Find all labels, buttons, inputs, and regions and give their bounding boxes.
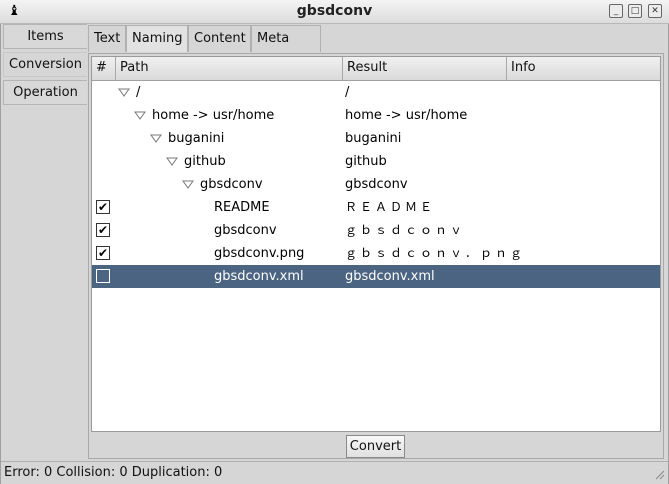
row-result: buganini (345, 131, 402, 146)
title-bar: ♝ gbsdconv _ □ ✕ (0, 0, 669, 24)
table-row[interactable]: github github (92, 150, 660, 173)
file-tree-table[interactable]: # Path Result Info / / home -> usr/home hom… (91, 56, 661, 432)
table-header: # Path Result Info (92, 57, 660, 81)
status-bar: Error: 0 Collision: 0 Duplication: 0 (1, 461, 668, 483)
row-result: gbsdconv.xml (345, 269, 435, 284)
row-checkbox[interactable] (96, 269, 110, 283)
expander-triangle-icon[interactable] (134, 111, 146, 120)
table-row[interactable]: gbsdconv.xml gbsdconv.xml (92, 265, 660, 288)
table-row[interactable]: ✔ gbsdconv ｇｂｓｄｃｏｎｖ (92, 219, 660, 242)
close-icon[interactable]: ✕ (648, 4, 662, 18)
table-row[interactable]: gbsdconv gbsdconv (92, 173, 660, 196)
row-result: / (345, 85, 350, 100)
table-row[interactable]: ✔ gbsdconv.png ｇｂｓｄｃｏｎｖ．ｐｎｇ (92, 242, 660, 265)
left-tab-bar: Items Conversion Operation (3, 24, 87, 108)
column-header-path[interactable]: Path (116, 57, 343, 80)
expander-triangle-icon[interactable] (150, 134, 162, 143)
column-header-result[interactable]: Result (343, 57, 507, 80)
row-checkbox[interactable]: ✔ (96, 246, 110, 260)
table-row[interactable]: buganini buganini (92, 127, 660, 150)
row-result: ｇｂｓｄｃｏｎｖ (345, 223, 466, 237)
row-result: ｇｂｓｄｃｏｎｖ．ｐｎｇ (345, 246, 526, 260)
row-path: gbsdconv (214, 223, 277, 238)
naming-panel: # Path Result Info / / home -> usr/home hom… (88, 53, 664, 459)
tab-content[interactable]: Content (188, 25, 251, 52)
row-path: home -> usr/home (152, 108, 275, 123)
row-result: github (345, 154, 387, 169)
row-checkbox[interactable]: ✔ (96, 200, 110, 214)
expander-triangle-icon[interactable] (118, 88, 130, 97)
column-header-number[interactable]: # (92, 57, 116, 80)
row-result: ＲＥＡＤＭＥ (345, 200, 436, 214)
row-checkbox[interactable]: ✔ (96, 223, 110, 237)
tab-meta-tag[interactable]: Meta Tag (251, 25, 321, 72)
row-path: github (184, 154, 226, 169)
resize-grip-icon[interactable] (655, 470, 665, 480)
tab-naming[interactable]: Naming (126, 25, 188, 52)
row-path: gbsdconv.png (214, 246, 305, 261)
tab-items[interactable]: Items (3, 24, 87, 49)
row-path: buganini (168, 131, 225, 146)
table-row[interactable]: ✔ README ＲＥＡＤＭＥ (92, 196, 660, 219)
status-text: Error: 0 Collision: 0 Duplication: 0 (4, 465, 223, 480)
table-row[interactable]: home -> usr/home home -> usr/home (92, 104, 660, 127)
table-row[interactable]: / / (92, 81, 660, 104)
row-path: / (136, 85, 141, 100)
expander-triangle-icon[interactable] (166, 157, 178, 166)
row-path: gbsdconv.xml (214, 269, 304, 284)
minimize-icon[interactable]: _ (609, 4, 623, 18)
convert-button[interactable]: Convert (346, 435, 405, 458)
tab-operation[interactable]: Operation (3, 80, 87, 105)
expander-triangle-icon[interactable] (182, 180, 194, 189)
row-path: gbsdconv (200, 177, 263, 192)
row-path: README (214, 200, 270, 215)
window-title: gbsdconv (296, 3, 373, 19)
row-result: home -> usr/home (345, 108, 468, 123)
maximize-icon[interactable]: □ (628, 4, 642, 18)
tab-text[interactable]: Text (88, 25, 126, 52)
row-result: gbsdconv (345, 177, 408, 192)
tab-conversion[interactable]: Conversion (3, 52, 87, 77)
column-header-info[interactable]: Info (507, 57, 660, 80)
